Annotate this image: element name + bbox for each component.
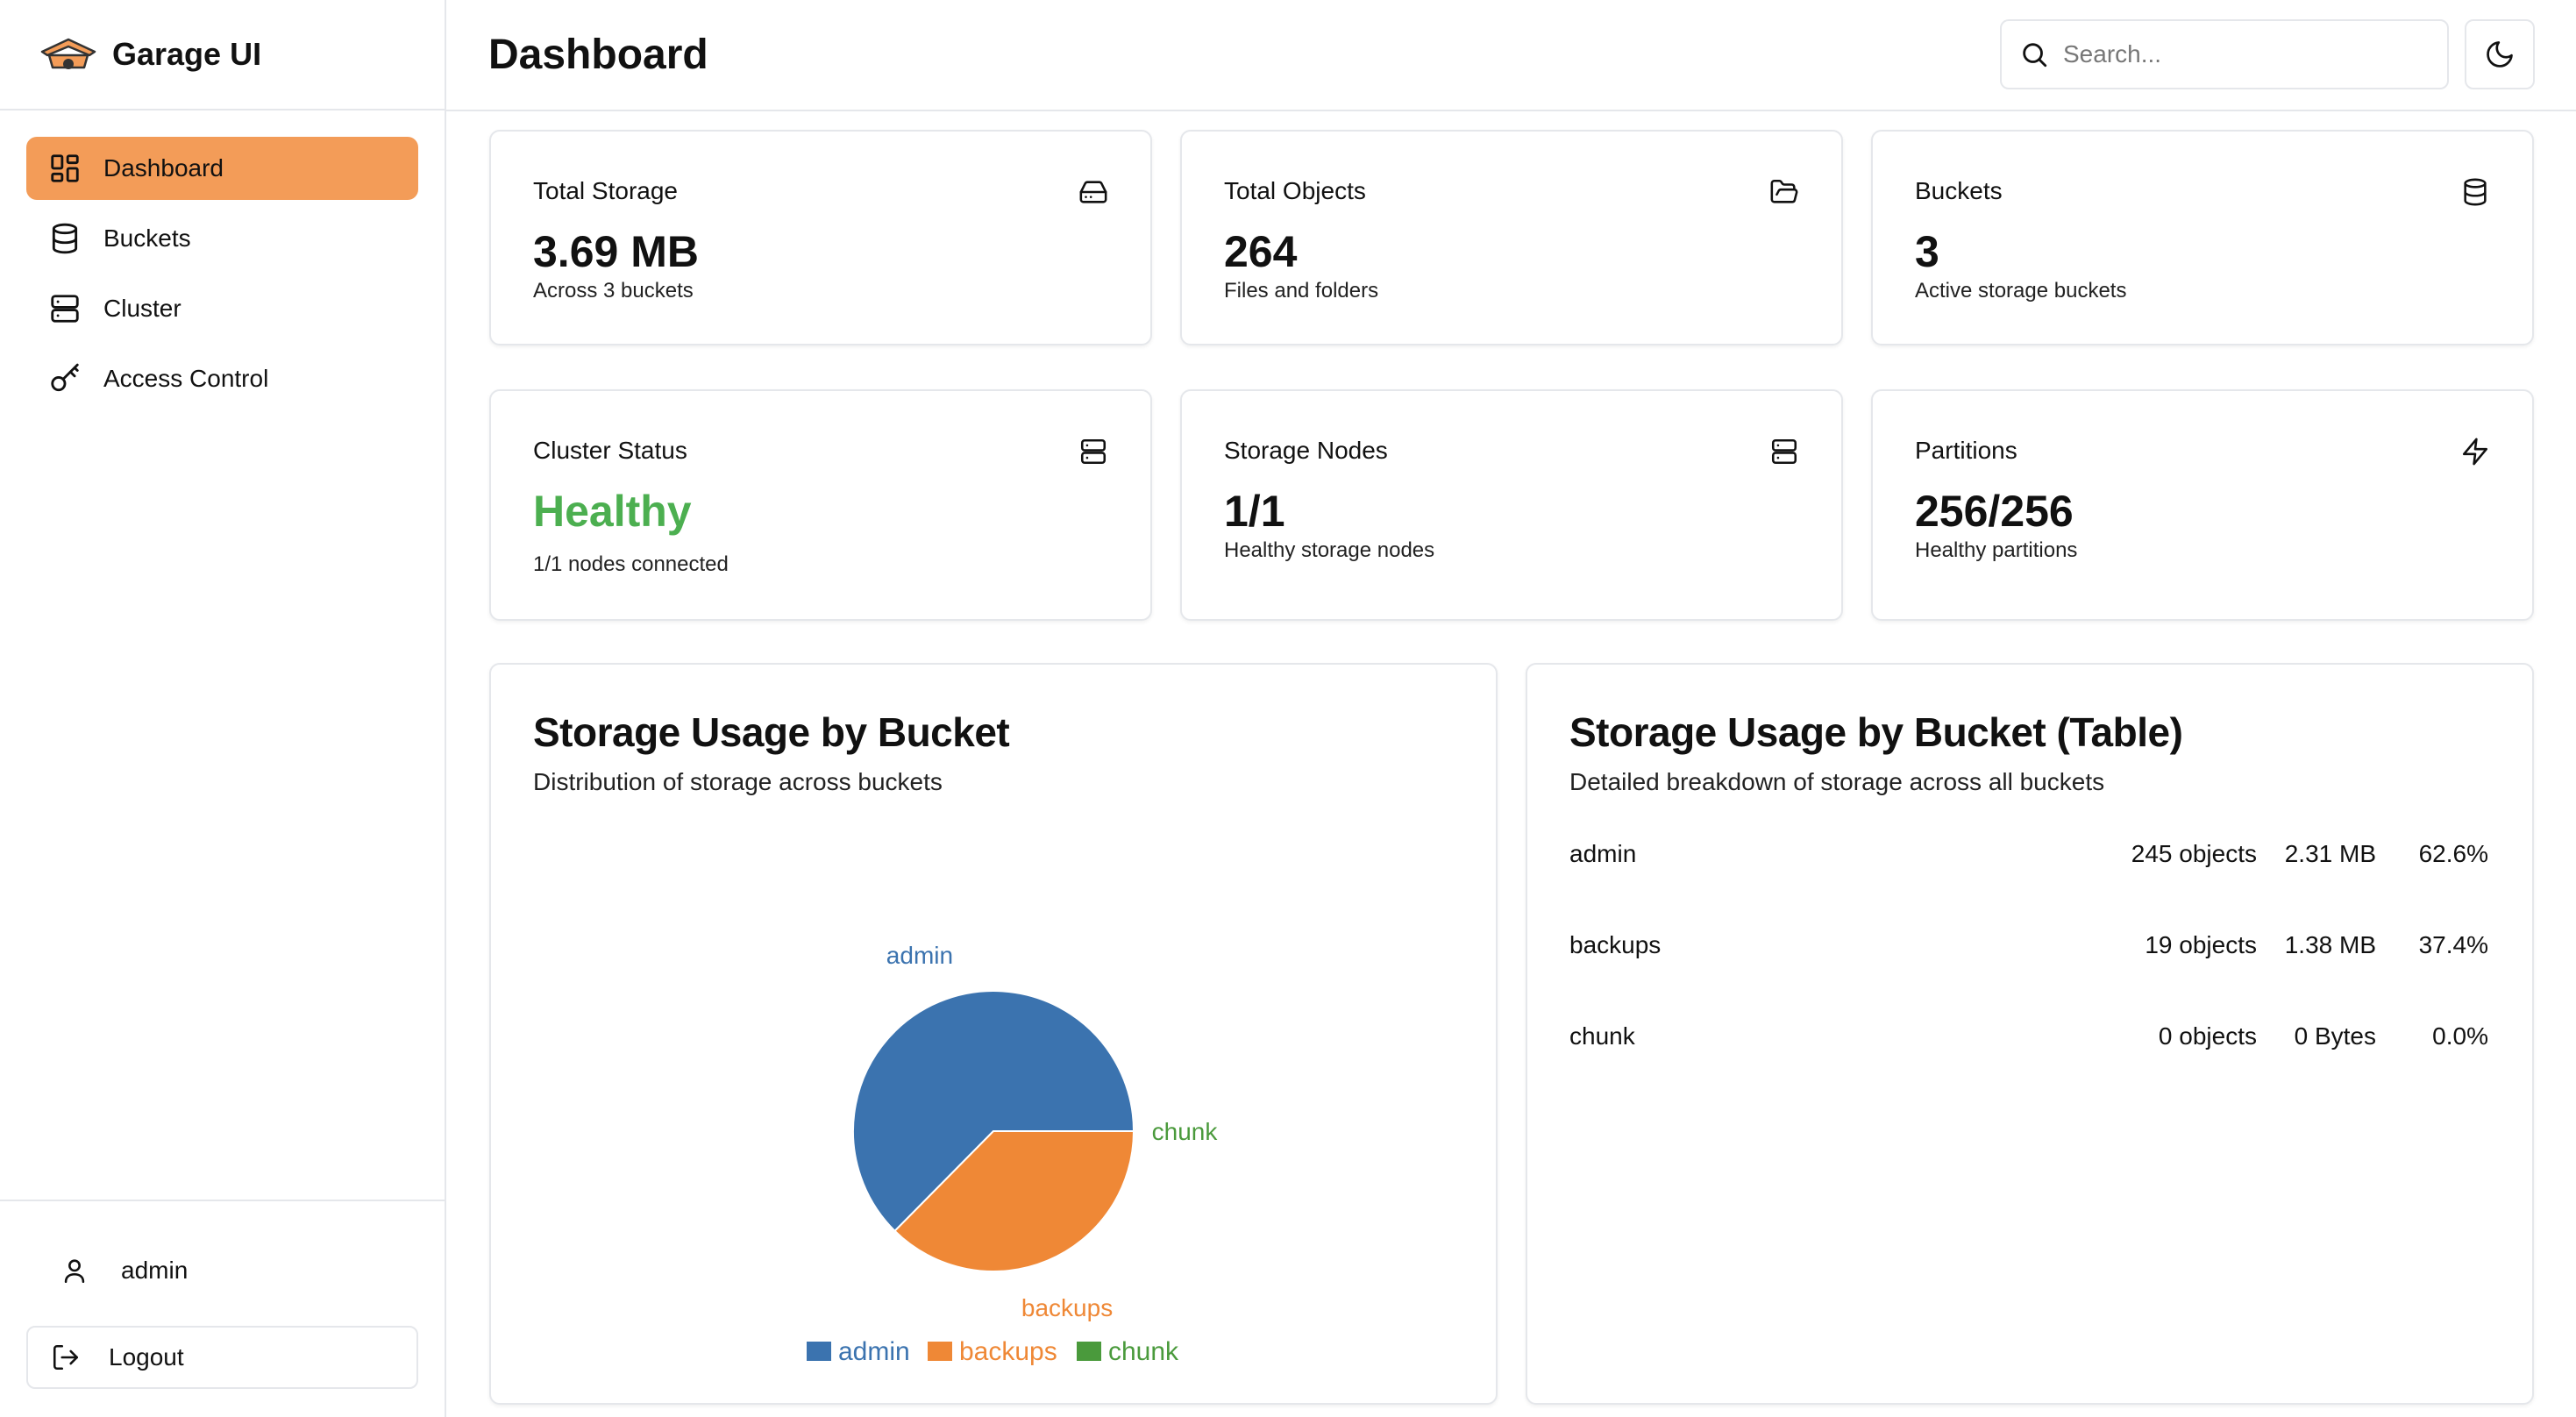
search-box	[2000, 19, 2449, 89]
bucket-size: 1.38 MB	[2284, 931, 2376, 958]
stat-subtitle: Files and folders	[1224, 279, 1379, 303]
stat-subtitle: Across 3 buckets	[533, 279, 694, 303]
sidebar-item-label: Access Control	[103, 365, 269, 392]
storage-chart-panel: Storage Usage by Bucket Distribution of …	[489, 663, 1498, 1405]
bucket-percent: 0.0%	[2432, 1022, 2488, 1050]
user-row: admin	[26, 1240, 418, 1301]
garage-logo-icon	[40, 38, 96, 69]
bucket-name: backups	[1569, 931, 1662, 958]
bucket-name: admin	[1569, 840, 1637, 867]
database-icon	[2464, 178, 2487, 206]
stat-card-total-storage: Total Storage 3.69 MB Across 3 buckets	[489, 130, 1152, 345]
header: Dashboard	[446, 0, 2576, 111]
logout-button[interactable]: Logout	[26, 1326, 418, 1389]
bucket-objects: 0 objects	[2158, 1022, 2257, 1050]
sidebar-item-cluster[interactable]: Cluster	[26, 277, 418, 340]
page-title: Dashboard	[488, 32, 708, 78]
chart-title: Storage Usage by Bucket	[533, 709, 1010, 755]
stat-title: Partitions	[1915, 437, 2017, 464]
bucket-objects: 19 objects	[2145, 931, 2257, 958]
app-title: Garage UI	[112, 36, 262, 72]
pie-label-backups: backups	[1021, 1294, 1113, 1321]
sidebar-item-label: Buckets	[103, 224, 191, 252]
stat-card-partitions: Partitions 256/256 Healthy partitions	[1871, 389, 2534, 621]
table-row[interactable]: admin 245 objects 2.31 MB 62.6%	[1569, 840, 2488, 875]
sidebar: Garage UI Dashboard Buckets Cluster Acce…	[0, 0, 446, 1417]
database-icon	[47, 221, 82, 256]
stat-card-storage-nodes: Storage Nodes 1/1 Healthy storage nodes	[1180, 389, 1843, 621]
stat-title: Total Objects	[1224, 177, 1366, 204]
sidebar-item-label: Dashboard	[103, 154, 224, 182]
stat-value: 3.69 MB	[533, 227, 699, 276]
stat-card-buckets: Buckets 3 Active storage buckets	[1871, 130, 2534, 345]
sidebar-item-access-control[interactable]: Access Control	[26, 347, 418, 410]
layout-dashboard-icon	[47, 151, 82, 186]
stat-subtitle: Healthy storage nodes	[1224, 538, 1435, 562]
stat-title: Buckets	[1915, 177, 2003, 204]
stat-title: Total Storage	[533, 177, 678, 204]
bucket-percent: 37.4%	[2418, 931, 2488, 958]
legend-swatch-admin	[807, 1342, 831, 1361]
stat-value: 264	[1224, 227, 1298, 276]
bucket-size: 2.31 MB	[2284, 840, 2376, 867]
bucket-percent: 62.6%	[2418, 840, 2488, 867]
table-row[interactable]: chunk 0 objects 0 Bytes 0.0%	[1569, 1022, 2488, 1057]
table-row[interactable]: backups 19 objects 1.38 MB 37.4%	[1569, 931, 2488, 966]
server-icon	[1771, 438, 1797, 465]
pie-label-admin: admin	[886, 942, 953, 969]
legend-label-admin[interactable]: admin	[838, 1337, 910, 1366]
table-subtitle: Detailed breakdown of storage across all…	[1569, 768, 2105, 795]
moon-icon	[2487, 41, 2513, 68]
key-icon	[47, 361, 82, 396]
legend-swatch-backups	[928, 1342, 952, 1361]
server-icon	[1080, 438, 1107, 465]
stat-value: 1/1	[1224, 487, 1285, 536]
stat-subtitle: 1/1 nodes connected	[533, 552, 729, 576]
bucket-size: 0 Bytes	[2294, 1022, 2376, 1050]
bucket-name: chunk	[1569, 1022, 1635, 1050]
server-icon	[47, 291, 82, 326]
pie-chart: admin backups chunk admin backups chunk	[807, 942, 1219, 1366]
stat-value: 256/256	[1915, 487, 2074, 536]
legend-label-backups[interactable]: backups	[959, 1337, 1057, 1366]
stat-subtitle: Healthy partitions	[1915, 538, 2078, 562]
sidebar-item-buckets[interactable]: Buckets	[26, 207, 418, 270]
legend-swatch-chunk	[1077, 1342, 1101, 1361]
search-icon	[2023, 43, 2047, 68]
bucket-objects: 245 objects	[2131, 840, 2257, 867]
log-out-icon	[53, 1344, 79, 1371]
logout-label: Logout	[109, 1343, 184, 1371]
chart-subtitle: Distribution of storage across buckets	[533, 768, 943, 795]
pie-label-chunk: chunk	[1152, 1118, 1219, 1145]
user-icon	[64, 1259, 85, 1284]
stat-title: Cluster Status	[533, 437, 687, 464]
stat-card-total-objects: Total Objects 264 Files and folders	[1180, 130, 1843, 345]
sidebar-item-dashboard[interactable]: Dashboard	[26, 137, 418, 200]
zap-icon	[2462, 438, 2488, 466]
brand: Garage UI	[0, 0, 445, 110]
hard-drive-icon	[1079, 181, 1107, 203]
user-name: admin	[121, 1257, 189, 1284]
folder-open-icon	[1770, 179, 1798, 203]
theme-toggle-button[interactable]	[2465, 19, 2535, 89]
storage-table-panel: Storage Usage by Bucket (Table) Detailed…	[1526, 663, 2534, 1405]
stat-card-cluster-status: Cluster Status Healthy 1/1 nodes connect…	[489, 389, 1152, 621]
sidebar-footer: admin Logout	[0, 1200, 445, 1417]
sidebar-nav: Dashboard Buckets Cluster Access Control	[0, 110, 445, 410]
table-title: Storage Usage by Bucket (Table)	[1569, 709, 2183, 755]
search-input[interactable]	[2063, 40, 2431, 68]
sidebar-item-label: Cluster	[103, 295, 181, 322]
stat-subtitle: Active storage buckets	[1915, 279, 2127, 303]
legend-label-chunk[interactable]: chunk	[1108, 1337, 1179, 1366]
stat-title: Storage Nodes	[1224, 437, 1388, 464]
cluster-health-value: Healthy	[533, 487, 692, 536]
stat-value: 3	[1915, 227, 1939, 276]
